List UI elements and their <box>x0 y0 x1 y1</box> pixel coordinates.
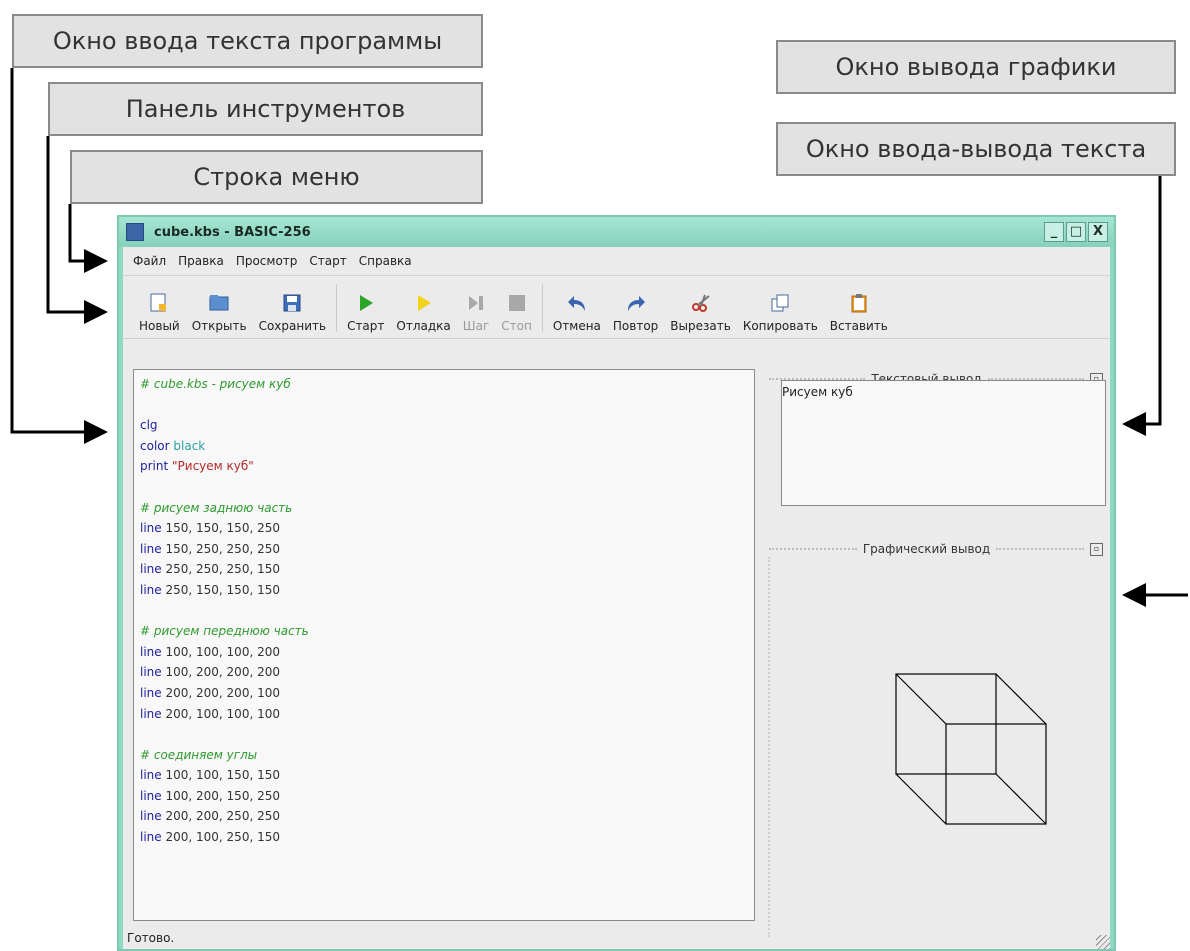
callout-arrows <box>10 68 1188 607</box>
